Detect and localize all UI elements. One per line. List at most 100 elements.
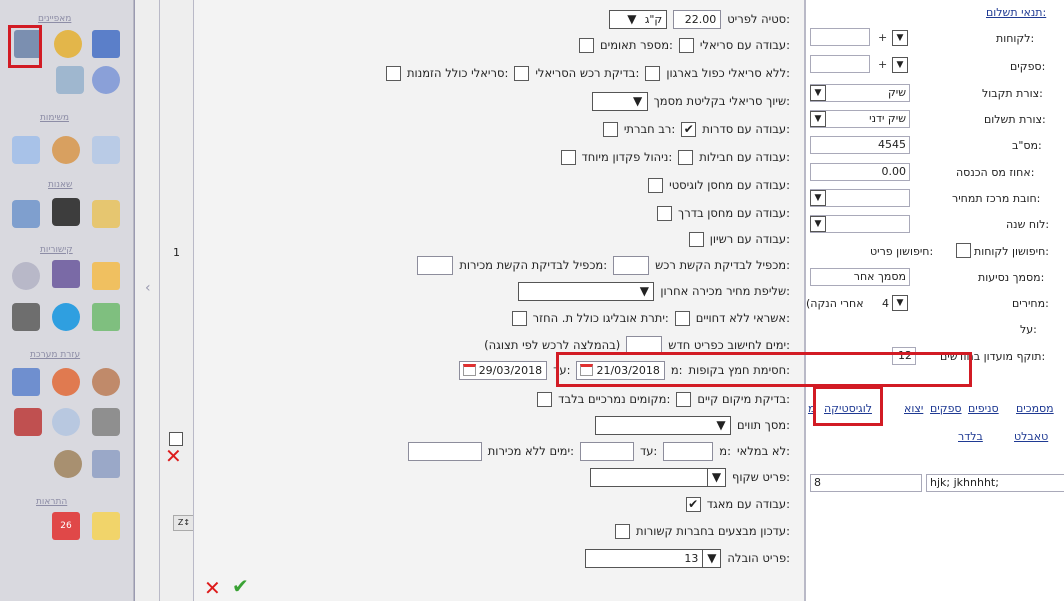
magnifier-icon[interactable]: [52, 408, 80, 436]
price-center-arrow[interactable]: ▼: [810, 190, 826, 206]
tab-export[interactable]: יצוא: [904, 402, 923, 415]
no-serial-checkbox[interactable]: [645, 65, 661, 81]
figure-icon[interactable]: [14, 408, 42, 436]
screen-share-icon[interactable]: [12, 368, 40, 396]
transport-item-select[interactable]: ▼ 13: [585, 548, 722, 568]
packages-row: עבודה עם חבילות: ניהול פקדון מיוחד:: [560, 146, 790, 168]
open-folder-icon[interactable]: [92, 200, 120, 228]
marked-locations-checkbox[interactable]: [537, 391, 553, 407]
tools-chart-icon[interactable]: [92, 30, 120, 58]
footer-text-input[interactable]: hjk; jkhnhht;: [926, 474, 1064, 492]
folder-icon[interactable]: [12, 200, 40, 228]
cancel-icon[interactable]: ✕: [204, 576, 221, 600]
serial-check-checkbox[interactable]: [514, 65, 530, 81]
transport-item-label: פריט הובלה:: [727, 551, 790, 565]
agent-icon[interactable]: [54, 450, 82, 478]
tab-courier[interactable]: בלדר: [958, 430, 983, 443]
hand-pointer-icon[interactable]: [92, 408, 120, 436]
contacts-icon[interactable]: [52, 260, 80, 288]
search-customers-checkbox[interactable]: [956, 243, 971, 258]
email-at-icon[interactable]: [92, 262, 120, 290]
serial-include-orders-checkbox[interactable]: [385, 65, 401, 81]
tab-tablet[interactable]: טאבלט: [1014, 430, 1048, 443]
prices-dropdown[interactable]: ▼: [892, 295, 908, 311]
customers-label: לקוחות:: [996, 32, 1035, 45]
suppliers-input[interactable]: [810, 55, 870, 73]
vat-input[interactable]: 4545: [810, 136, 910, 154]
suppliers-add-icon[interactable]: +: [878, 58, 887, 71]
special-deposit-label: ניהול פקדון מיוחד:: [581, 150, 673, 164]
payment-form-arrow[interactable]: ▼: [810, 111, 826, 127]
address-book-icon[interactable]: [92, 303, 120, 331]
multi-company-checkbox[interactable]: [602, 121, 618, 137]
customers-dropdown[interactable]: ▼: [892, 30, 908, 46]
no-sale-days-input[interactable]: [407, 441, 482, 461]
splitter-grip[interactable]: ‹: [145, 280, 151, 296]
customers-add-icon[interactable]: +: [878, 31, 887, 44]
credit-no-reports-checkbox[interactable]: [674, 310, 690, 326]
last-sale-price-select[interactable]: ▼: [518, 281, 655, 301]
related-ops-checkbox[interactable]: [615, 523, 631, 539]
prices-note: (אחרי הנקה: [806, 297, 864, 310]
transit-wh-checkbox[interactable]: [657, 205, 673, 221]
prices-label: מחירים:: [1012, 297, 1049, 310]
logistic-wh-checkbox[interactable]: [648, 177, 664, 193]
series-work-checkbox[interactable]: ✔: [681, 121, 697, 137]
cash-block-highlight: [556, 352, 972, 387]
task-list-icon[interactable]: [12, 136, 40, 164]
puzzle-icon[interactable]: [56, 66, 84, 94]
location-check-checkbox[interactable]: [676, 391, 692, 407]
phone-icon[interactable]: [12, 303, 40, 331]
background-cancel-icon[interactable]: ✕: [165, 444, 182, 468]
tab-branches[interactable]: סניפים: [968, 402, 999, 415]
link-icon[interactable]: [12, 262, 40, 290]
support-icon[interactable]: [52, 368, 80, 396]
suppliers-dropdown[interactable]: ▼: [892, 57, 908, 73]
serial-twin-checkbox[interactable]: [579, 37, 595, 53]
warning-icon[interactable]: [52, 198, 80, 226]
transit-wh-label: עבודה עם מחסן בדרך:: [678, 206, 790, 220]
tab-documents[interactable]: מסמכים: [1016, 402, 1054, 415]
warehouse-work-checkbox[interactable]: ✔: [685, 496, 701, 512]
notepad-icon[interactable]: [92, 512, 120, 540]
pallet-height-input[interactable]: 22.00: [673, 9, 722, 29]
confirm-icon[interactable]: ✔: [232, 574, 249, 598]
transparent-item-select[interactable]: ▼: [589, 467, 726, 487]
users-icon[interactable]: [92, 368, 120, 396]
background-row-value: 1: [173, 246, 180, 259]
cash-block-to-date[interactable]: 29/03/2018: [458, 360, 548, 380]
skype-icon[interactable]: [52, 303, 80, 331]
packages-work-checkbox[interactable]: [678, 149, 694, 165]
ship-doc-select[interactable]: מסמך אחר: [810, 268, 910, 286]
tab-suppliers[interactable]: ספקים: [930, 402, 962, 415]
footer-num-input[interactable]: 8: [810, 474, 922, 492]
income-tax-label: אחוז מס הכנסה:: [956, 166, 1035, 179]
sidebar-section-tasks: משימות: [40, 113, 69, 123]
receipt-form-arrow[interactable]: ▼: [810, 85, 826, 101]
gear-icon[interactable]: [54, 30, 82, 58]
document-c-icon[interactable]: [92, 450, 120, 478]
license-work-checkbox[interactable]: [688, 231, 704, 247]
notes-icon[interactable]: [92, 136, 120, 164]
sidebar-section-system: עזרת מערכת: [30, 350, 81, 360]
income-tax-input[interactable]: 0.00: [810, 163, 910, 181]
weight-unit-select[interactable]: ק"ג ▼: [609, 9, 668, 29]
calendar-icon[interactable]: [462, 364, 476, 376]
customers-input[interactable]: [810, 28, 870, 46]
background-sort-icon[interactable]: Z↕: [173, 515, 195, 531]
sales-mult-input[interactable]: [417, 255, 454, 275]
twin-screen-select[interactable]: ▼: [594, 415, 731, 435]
not-full-from-input[interactable]: [663, 441, 714, 461]
purchase-mult-input[interactable]: [613, 255, 650, 275]
not-full-to-input[interactable]: [579, 441, 634, 461]
serial-assign-select[interactable]: ▼: [591, 91, 648, 111]
calendar-icon[interactable]: 26: [52, 512, 80, 540]
app-sidebar: מאפיינים משימות שאנות קישוריות עזרת מערכ…: [0, 0, 134, 601]
serial-work-checkbox[interactable]: [678, 37, 694, 53]
add-task-icon[interactable]: [52, 136, 80, 164]
special-deposit-checkbox[interactable]: [560, 149, 576, 165]
ship-doc-label: מסמך נסיעות:: [978, 271, 1045, 284]
obligo-balance-checkbox[interactable]: [511, 310, 527, 326]
year-board-arrow[interactable]: ▼: [810, 216, 826, 232]
gears-icon[interactable]: [92, 66, 120, 94]
